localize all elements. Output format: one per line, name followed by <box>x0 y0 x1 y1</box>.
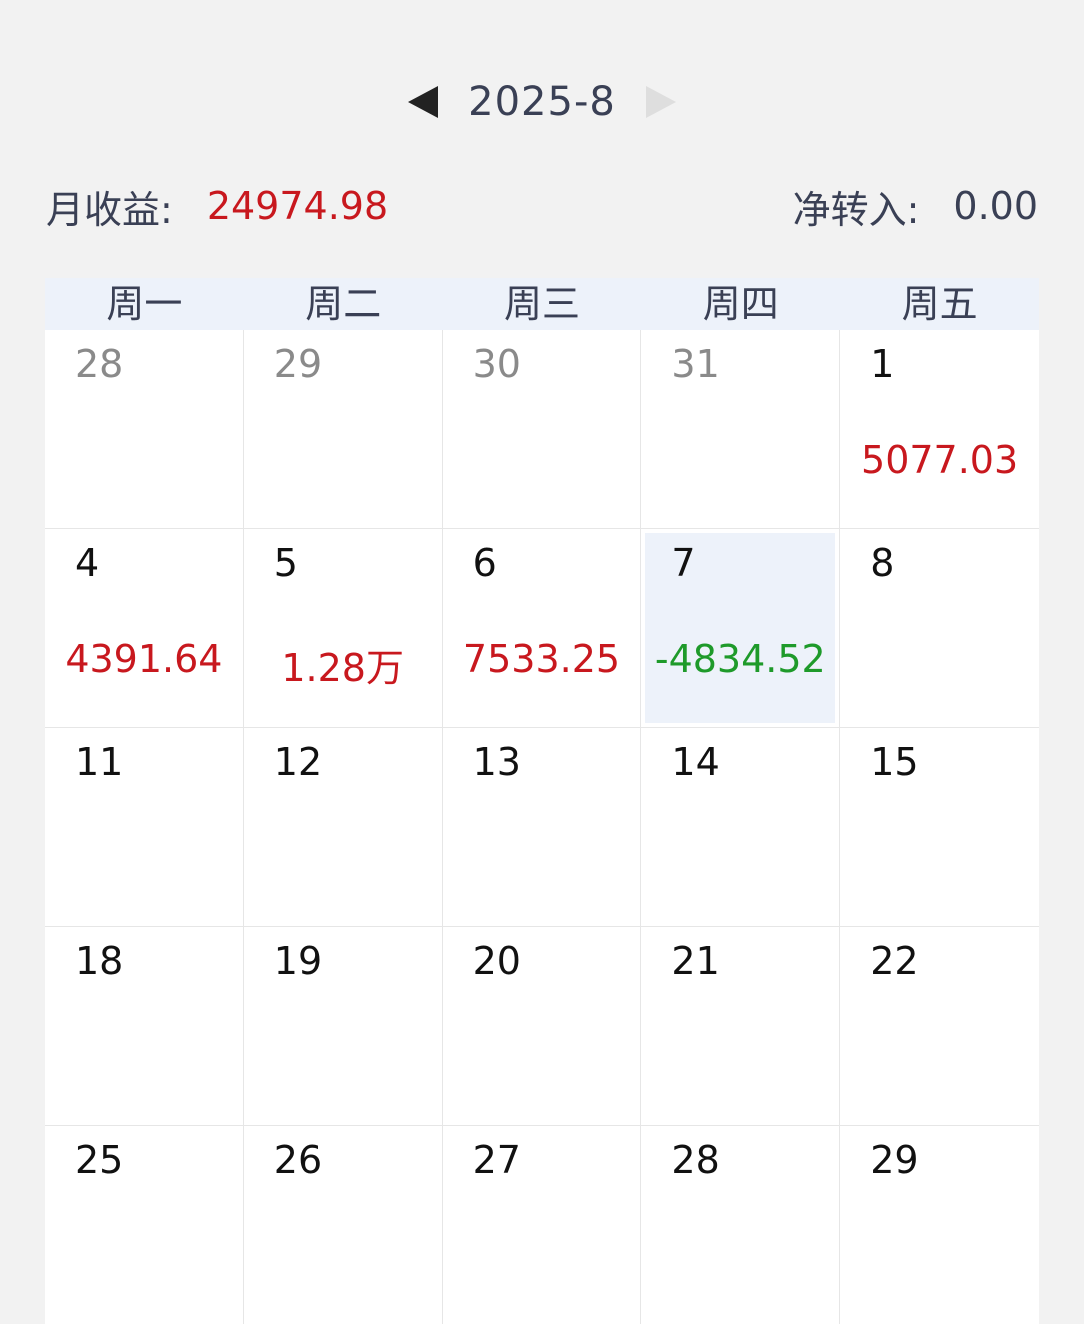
calendar-day-cell[interactable]: 29 <box>243 330 443 529</box>
calendar-day-cell[interactable]: 12 <box>243 728 443 927</box>
weekday-header: 周一 周二 周三 周四 周五 <box>45 278 1039 330</box>
calendar-day-cell[interactable]: 15 <box>840 728 1039 927</box>
day-number: 5 <box>273 541 298 585</box>
month-label: 2025-8 <box>468 79 616 125</box>
calendar-day-cell[interactable]: 13 <box>442 728 642 927</box>
day-income-amount: 1.28万 <box>281 646 404 690</box>
day-number: 15 <box>870 740 919 784</box>
day-number: 6 <box>472 541 497 585</box>
calendar-day-cell[interactable]: 30 <box>442 330 642 529</box>
net-transfer-label: 净转入: <box>792 187 920 232</box>
calendar-day-cell[interactable]: 8 <box>840 529 1039 728</box>
monthly-summary: 月收益: 24974.98 净转入: 0.00 <box>46 178 1038 234</box>
day-number: 27 <box>472 1138 521 1182</box>
calendar-day-cell[interactable]: 31 <box>641 330 841 529</box>
day-number: 11 <box>75 740 124 784</box>
triangle-left-icon[interactable] <box>408 86 439 118</box>
calendar-day-cell[interactable]: 21 <box>641 927 841 1126</box>
day-number: 29 <box>273 342 323 386</box>
day-number: 18 <box>75 939 124 983</box>
calendar-day-cell[interactable]: 4 4391.64 <box>45 529 244 728</box>
day-income-amount: 4391.64 <box>65 637 223 681</box>
calendar-day-cell[interactable]: 7 -4834.52 <box>641 529 841 728</box>
calendar-day-cell[interactable]: 1 5077.03 <box>840 330 1039 529</box>
calendar-day-cell[interactable]: 28 <box>45 330 244 529</box>
calendar-day-cell[interactable]: 26 <box>243 1126 443 1324</box>
calendar: 周一 周二 周三 周四 周五 28 29 30 31 1 5077.03 4 4391.64 5… <box>45 278 1039 1324</box>
calendar-day-cell[interactable]: 28 <box>641 1126 841 1324</box>
calendar-day-cell[interactable]: 25 <box>45 1126 244 1324</box>
day-number: 21 <box>671 939 720 983</box>
calendar-day-cell[interactable]: 22 <box>840 927 1039 1126</box>
day-number: 28 <box>671 1138 720 1182</box>
net-transfer: 净转入: 0.00 <box>793 179 1038 234</box>
weekday-label: 周五 <box>901 282 978 326</box>
net-transfer-value: 0.00 <box>953 184 1038 228</box>
day-number: 26 <box>273 1138 323 1182</box>
weekday-label: 周二 <box>305 282 382 326</box>
calendar-day-cell[interactable]: 27 <box>442 1126 642 1324</box>
day-number: 14 <box>671 740 720 784</box>
day-income-amount: 5077.03 <box>861 438 1019 482</box>
weekday-label: 周一 <box>106 282 183 326</box>
income-calendar-page: 2025-8 月收益: 24974.98 净转入: 0.00 周一 周二 周三 … <box>0 0 1084 1324</box>
day-number: 4 <box>75 541 100 585</box>
day-income-amount: 7533.25 <box>462 637 621 681</box>
day-number: 1 <box>870 342 895 386</box>
weekday-label: 周三 <box>503 282 580 326</box>
calendar-day-cell[interactable]: 6 7533.25 <box>442 529 642 728</box>
monthly-income-value: 24974.98 <box>206 184 389 228</box>
day-number: 31 <box>671 342 720 386</box>
calendar-day-cell[interactable]: 20 <box>442 927 642 1126</box>
day-number: 29 <box>870 1138 919 1182</box>
triangle-right-icon[interactable] <box>645 86 676 118</box>
calendar-day-cell[interactable]: 11 <box>45 728 244 927</box>
calendar-day-cell[interactable]: 18 <box>45 927 244 1126</box>
day-number: 22 <box>870 939 919 983</box>
day-number: 19 <box>273 939 323 983</box>
day-number: 25 <box>75 1138 124 1182</box>
day-number: 12 <box>273 740 323 784</box>
calendar-day-cell[interactable]: 29 <box>840 1126 1039 1324</box>
day-number: 7 <box>671 541 696 585</box>
weekday-label: 周四 <box>702 282 779 326</box>
day-number: 28 <box>75 342 124 386</box>
calendar-day-cell[interactable]: 14 <box>641 728 841 927</box>
monthly-income-label: 月收益: <box>46 187 173 232</box>
day-number: 20 <box>472 939 521 983</box>
day-number: 8 <box>870 541 895 585</box>
monthly-income: 月收益: 24974.98 <box>46 179 388 234</box>
day-number: 13 <box>472 740 521 784</box>
day-income-amount: -4834.52 <box>654 637 826 681</box>
month-navigator: 2025-8 <box>0 72 1084 132</box>
day-number: 30 <box>472 342 521 386</box>
calendar-day-cell[interactable]: 5 1.28万 <box>243 529 443 728</box>
calendar-day-cell[interactable]: 19 <box>243 927 443 1126</box>
calendar-grid: 28 29 30 31 1 5077.03 4 4391.64 5 1.28万 6 7533.25 7 -… <box>45 330 1039 1324</box>
